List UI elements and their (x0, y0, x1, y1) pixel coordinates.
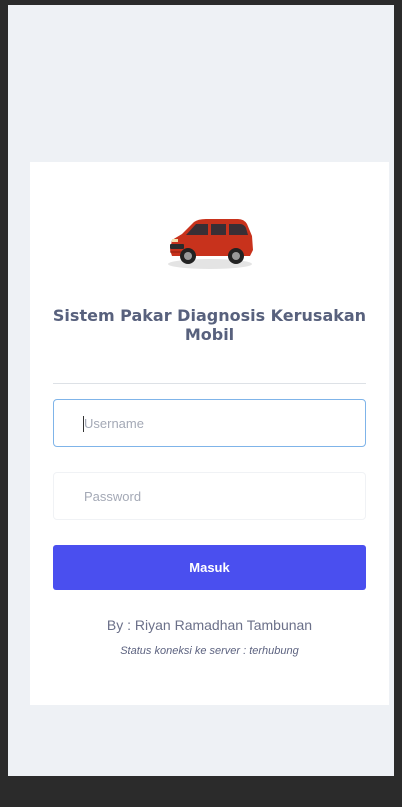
password-input[interactable] (53, 472, 366, 520)
login-card: Sistem Pakar Diagnosis Kerusakan Mobil M… (30, 162, 389, 705)
text-caret (83, 416, 84, 432)
divider (53, 383, 366, 384)
app-viewport: Sistem Pakar Diagnosis Kerusakan Mobil M… (8, 5, 394, 776)
page-title: Sistem Pakar Diagnosis Kerusakan Mobil (52, 306, 367, 344)
car-image-icon (164, 206, 256, 274)
connection-status: Status koneksi ke server : terhubung (120, 645, 299, 657)
username-input[interactable] (53, 399, 366, 447)
login-button[interactable]: Masuk (53, 545, 366, 590)
author-credit: By : Riyan Ramadhan Tambunan (106, 617, 313, 633)
